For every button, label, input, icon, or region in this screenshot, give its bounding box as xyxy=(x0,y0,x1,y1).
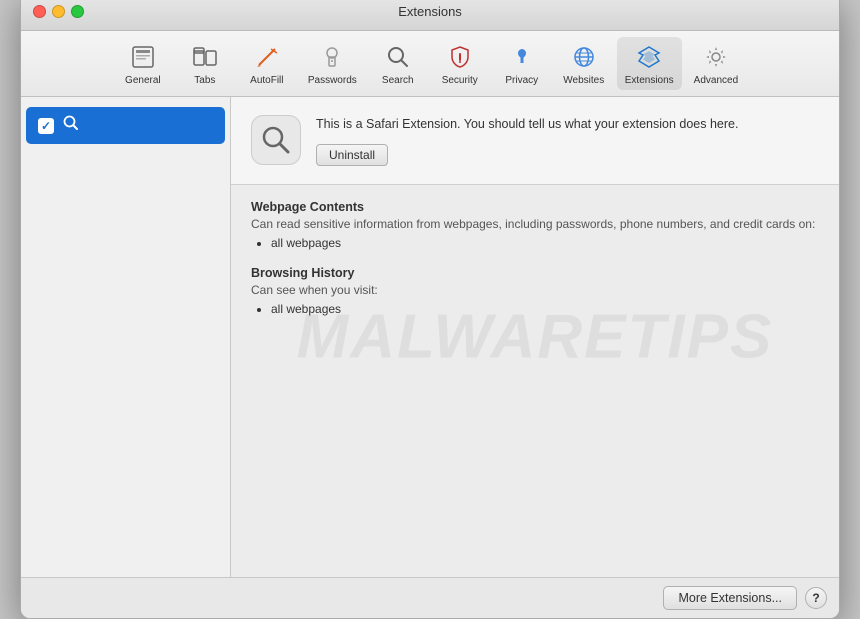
websites-icon xyxy=(568,41,600,73)
permissions-section: Webpage Contents Can read sensitive info… xyxy=(231,185,839,347)
list-item: all webpages xyxy=(271,236,819,250)
toolbar-item-autofill[interactable]: AutoFill xyxy=(238,37,296,90)
extension-checkbox[interactable]: ✓ xyxy=(38,118,54,134)
toolbar: General Tabs AutoFill xyxy=(21,31,839,97)
browsing-history-title: Browsing History xyxy=(251,266,819,280)
titlebar: Extensions xyxy=(21,0,839,31)
close-button[interactable] xyxy=(33,5,46,18)
websites-label: Websites xyxy=(563,75,604,86)
window-controls xyxy=(33,5,84,18)
toolbar-item-security[interactable]: Security xyxy=(431,37,489,90)
toolbar-item-general[interactable]: General xyxy=(114,37,172,90)
autofill-label: AutoFill xyxy=(250,75,283,86)
footer: More Extensions... ? xyxy=(21,577,839,618)
permission-group-webpage: Webpage Contents Can read sensitive info… xyxy=(251,200,819,250)
toolbar-item-extensions[interactable]: Extensions xyxy=(617,37,682,90)
main-content: ✓ MALWARETIPS xyxy=(21,97,839,577)
webpage-contents-list: all webpages xyxy=(251,236,819,250)
list-item: all webpages xyxy=(271,302,819,316)
security-label: Security xyxy=(442,75,478,86)
detail-panel: MALWARETIPS This is a Safari Extension. … xyxy=(231,97,839,577)
help-button[interactable]: ? xyxy=(805,587,827,609)
more-extensions-button[interactable]: More Extensions... xyxy=(663,586,797,610)
general-label: General xyxy=(125,75,161,86)
general-icon xyxy=(127,41,159,73)
safari-extensions-window: Extensions General xyxy=(20,0,840,619)
checkmark-icon: ✓ xyxy=(41,119,51,133)
passwords-label: Passwords xyxy=(308,75,357,86)
maximize-button[interactable] xyxy=(71,5,84,18)
webpage-contents-title: Webpage Contents xyxy=(251,200,819,214)
toolbar-item-privacy[interactable]: Privacy xyxy=(493,37,551,90)
toolbar-item-websites[interactable]: Websites xyxy=(555,37,613,90)
browsing-history-desc: Can see when you visit: xyxy=(251,283,819,297)
window-title: Extensions xyxy=(398,4,462,19)
toolbar-item-tabs[interactable]: Tabs xyxy=(176,37,234,90)
extension-header: This is a Safari Extension. You should t… xyxy=(231,97,839,185)
extension-detail-icon xyxy=(251,115,301,165)
extensions-label: Extensions xyxy=(625,75,674,86)
sidebar: ✓ xyxy=(21,97,231,577)
tabs-icon xyxy=(189,41,221,73)
uninstall-button[interactable]: Uninstall xyxy=(316,144,388,166)
toolbar-item-advanced[interactable]: Advanced xyxy=(686,37,746,90)
extension-info: This is a Safari Extension. You should t… xyxy=(316,115,819,166)
toolbar-item-passwords[interactable]: Passwords xyxy=(300,37,365,90)
tabs-label: Tabs xyxy=(194,75,215,86)
security-icon xyxy=(444,41,476,73)
advanced-label: Advanced xyxy=(694,75,738,86)
search-icon xyxy=(382,41,414,73)
minimize-button[interactable] xyxy=(52,5,65,18)
passwords-icon xyxy=(316,41,348,73)
extensions-icon xyxy=(633,41,665,73)
autofill-icon xyxy=(251,41,283,73)
search-label: Search xyxy=(382,75,414,86)
browsing-history-list: all webpages xyxy=(251,302,819,316)
toolbar-item-search[interactable]: Search xyxy=(369,37,427,90)
webpage-contents-desc: Can read sensitive information from webp… xyxy=(251,217,819,231)
privacy-label: Privacy xyxy=(505,75,538,86)
sidebar-item-search-ext[interactable]: ✓ xyxy=(26,107,225,144)
advanced-icon xyxy=(700,41,732,73)
permission-group-browsing: Browsing History Can see when you visit:… xyxy=(251,266,819,316)
sidebar-ext-icon xyxy=(62,114,80,137)
extension-description: This is a Safari Extension. You should t… xyxy=(316,115,819,134)
privacy-icon xyxy=(506,41,538,73)
